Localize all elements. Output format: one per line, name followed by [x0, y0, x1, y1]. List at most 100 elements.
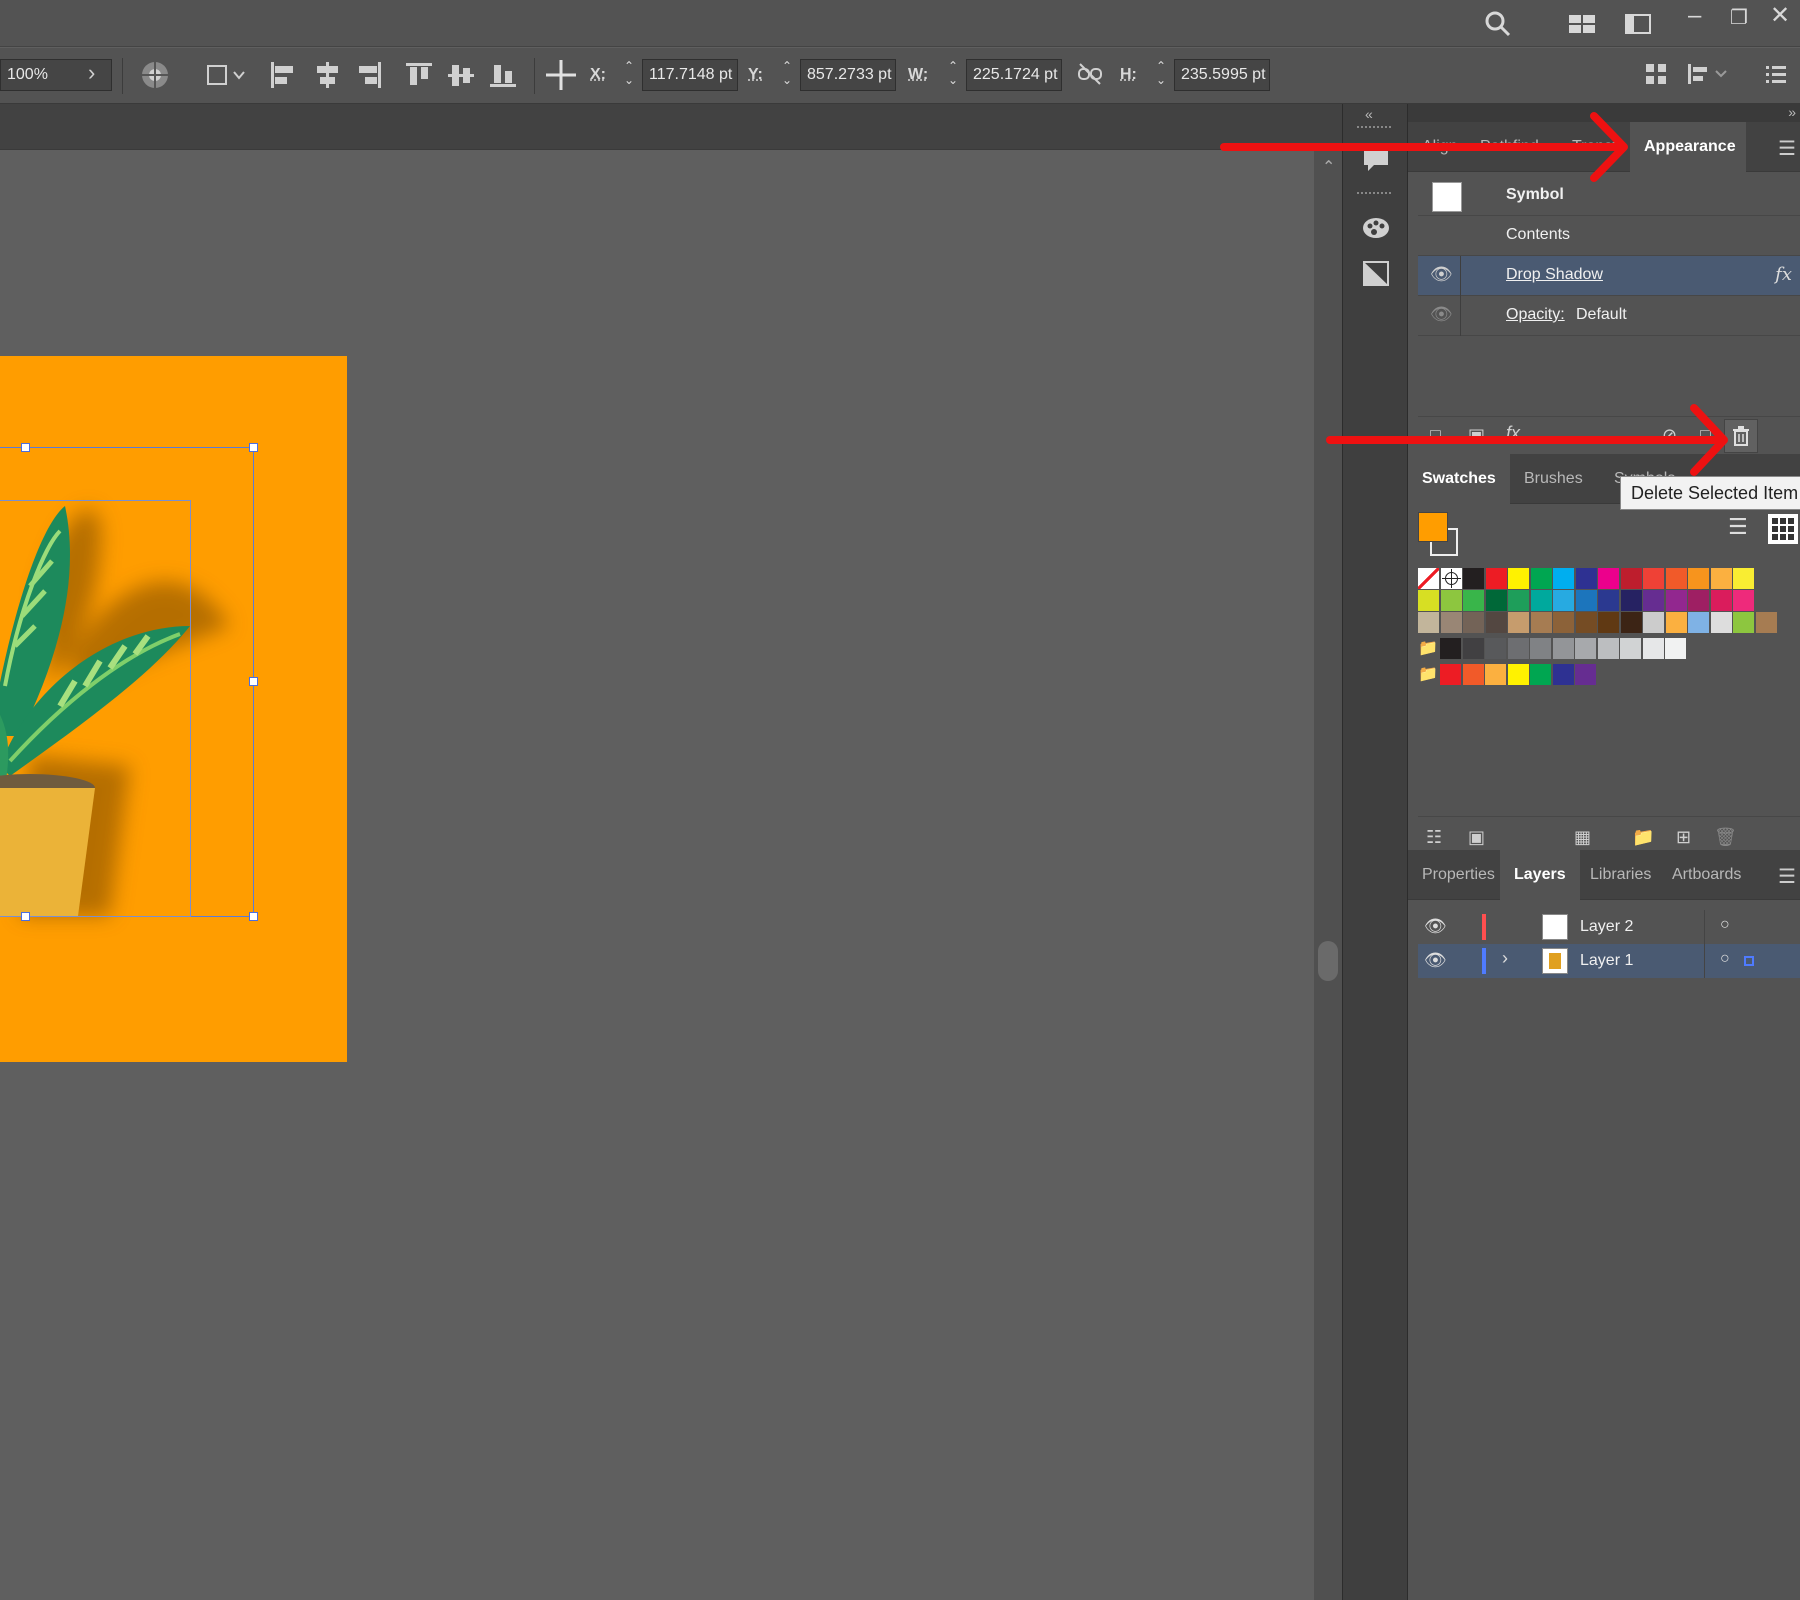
align-horizontal-center-icon[interactable] — [312, 60, 342, 97]
chevron-right-icon[interactable]: › — [88, 60, 95, 86]
color-swatch[interactable] — [1507, 664, 1529, 685]
color-swatch[interactable] — [1462, 664, 1484, 685]
target-icon[interactable]: ○ — [1720, 916, 1730, 934]
color-swatch[interactable] — [1485, 664, 1506, 685]
tab-appearance[interactable]: Appearance — [1630, 122, 1746, 172]
close-icon[interactable]: ✕ — [1770, 4, 1790, 28]
show-swatch-kinds-icon[interactable]: ▣ — [1468, 827, 1485, 848]
color-swatch[interactable] — [1463, 590, 1484, 611]
color-swatch[interactable] — [1440, 638, 1461, 659]
y-field[interactable]: 857.2733 pt — [800, 59, 896, 91]
color-swatch[interactable] — [1643, 590, 1664, 611]
color-swatch[interactable] — [1598, 568, 1619, 589]
registration-swatch[interactable] — [1440, 568, 1462, 589]
color-swatch[interactable] — [1598, 612, 1619, 633]
eye-icon[interactable]: 👁 — [1430, 304, 1453, 325]
color-swatch[interactable] — [1620, 612, 1642, 633]
panel-menu-icon[interactable]: ☰ — [1778, 136, 1796, 161]
color-swatch[interactable] — [1710, 590, 1732, 611]
comments-icon[interactable] — [1361, 146, 1391, 183]
color-swatch[interactable] — [1508, 590, 1529, 611]
transform-dropdown-icon[interactable] — [204, 60, 248, 97]
layer-name[interactable]: Layer 2 — [1580, 918, 1633, 936]
color-swatch[interactable] — [1508, 568, 1529, 589]
color-group-folder-icon[interactable]: 📁 — [1418, 638, 1439, 659]
tab-layers[interactable]: Layers — [1500, 850, 1580, 900]
clear-appearance-icon[interactable]: ⊘ — [1662, 425, 1677, 446]
distribute-icon[interactable] — [1686, 62, 1730, 93]
color-swatch[interactable] — [1665, 590, 1687, 611]
y-stepper[interactable]: ⌃ ⌄ — [776, 59, 798, 91]
add-effect-icon[interactable]: fx — [1506, 423, 1520, 444]
color-swatch[interactable] — [1440, 590, 1462, 611]
grid-view-icon[interactable] — [1768, 514, 1798, 544]
new-color-group-icon[interactable]: 📁 — [1632, 827, 1654, 848]
align-vertical-center-icon[interactable] — [446, 60, 476, 97]
list-view-icon[interactable]: ☰ — [1728, 514, 1758, 544]
color-swatch[interactable] — [1418, 590, 1439, 611]
color-swatch[interactable] — [1575, 664, 1596, 685]
eye-icon[interactable]: 👁 — [1430, 264, 1453, 285]
color-swatch[interactable] — [1665, 568, 1687, 589]
eye-icon[interactable]: 👁 — [1424, 950, 1447, 971]
align-right-icon[interactable] — [354, 60, 384, 97]
color-swatch[interactable] — [1642, 638, 1664, 659]
color-swatch[interactable] — [1463, 568, 1484, 589]
control-bar-menu-icon[interactable] — [1764, 62, 1788, 93]
color-swatch[interactable] — [1530, 568, 1552, 589]
color-swatch[interactable] — [1575, 590, 1597, 611]
color-swatch[interactable] — [1552, 638, 1574, 659]
tab-libraries[interactable]: Libraries — [1576, 850, 1665, 900]
layer-row[interactable]: 👁 Layer 2 ○ — [1418, 910, 1800, 944]
color-swatch[interactable] — [1688, 612, 1709, 633]
color-swatch[interactable] — [1665, 612, 1687, 633]
delete-swatch-icon[interactable]: 🗑 — [1714, 827, 1737, 848]
color-swatch[interactable] — [1463, 612, 1484, 633]
color-swatch[interactable] — [1733, 568, 1754, 589]
eye-icon[interactable]: 👁 — [1424, 916, 1447, 937]
color-group-folder-icon[interactable]: 📁 — [1418, 664, 1439, 685]
color-swatch[interactable] — [1485, 612, 1507, 633]
color-swatch[interactable] — [1508, 612, 1529, 633]
tab-artboards[interactable]: Artboards — [1658, 850, 1755, 900]
fill-indicator[interactable] — [1418, 512, 1448, 542]
tab-swatches[interactable]: Swatches — [1408, 454, 1510, 504]
delete-selected-item-button[interactable] — [1724, 419, 1758, 453]
gradient-icon[interactable] — [1361, 258, 1391, 295]
tab-properties[interactable]: Properties — [1408, 850, 1509, 900]
panel-menu-icon[interactable]: ☰ — [1778, 864, 1796, 889]
color-swatch[interactable] — [1575, 568, 1597, 589]
w-stepper[interactable]: ⌃ ⌄ — [942, 59, 964, 91]
x-field[interactable]: 117.7148 pt — [642, 59, 738, 91]
x-stepper[interactable]: ⌃ ⌄ — [618, 59, 640, 91]
tab-brushes[interactable]: Brushes — [1510, 454, 1597, 504]
color-swatch[interactable] — [1620, 568, 1642, 589]
recolor-artwork-icon[interactable] — [140, 60, 170, 97]
constrain-proportions-icon[interactable] — [1076, 62, 1104, 93]
artboard[interactable] — [0, 356, 347, 1062]
appearance-row-opacity[interactable]: 👁 Opacity: Default — [1418, 296, 1800, 336]
color-swatch[interactable] — [1552, 664, 1574, 685]
restore-icon[interactable]: ❐ — [1730, 6, 1748, 30]
appearance-row-contents[interactable]: Contents — [1418, 216, 1800, 256]
tab-transform[interactable]: Transfo — [1558, 122, 1640, 172]
workspace-switcher-icon[interactable] — [1568, 12, 1598, 41]
color-swatch[interactable] — [1598, 590, 1619, 611]
color-swatch[interactable] — [1485, 590, 1507, 611]
align-bottom-icon[interactable] — [488, 60, 518, 97]
color-swatch[interactable] — [1620, 638, 1641, 659]
selection-indicator[interactable] — [1744, 956, 1754, 966]
color-swatch[interactable] — [1507, 638, 1529, 659]
none-swatch[interactable] — [1418, 568, 1439, 589]
scrollbar-thumb[interactable] — [1318, 941, 1338, 981]
color-swatch[interactable] — [1485, 638, 1506, 659]
appearance-label[interactable]: Opacity: — [1506, 306, 1565, 324]
color-swatch[interactable] — [1462, 638, 1484, 659]
resize-handle[interactable] — [21, 443, 30, 452]
align-top-icon[interactable] — [404, 60, 434, 97]
color-swatch[interactable] — [1643, 568, 1664, 589]
color-swatch[interactable] — [1597, 638, 1619, 659]
color-swatch[interactable] — [1755, 612, 1777, 633]
tab-align[interactable]: Align — [1408, 122, 1472, 172]
grip-icon[interactable] — [1357, 192, 1391, 198]
